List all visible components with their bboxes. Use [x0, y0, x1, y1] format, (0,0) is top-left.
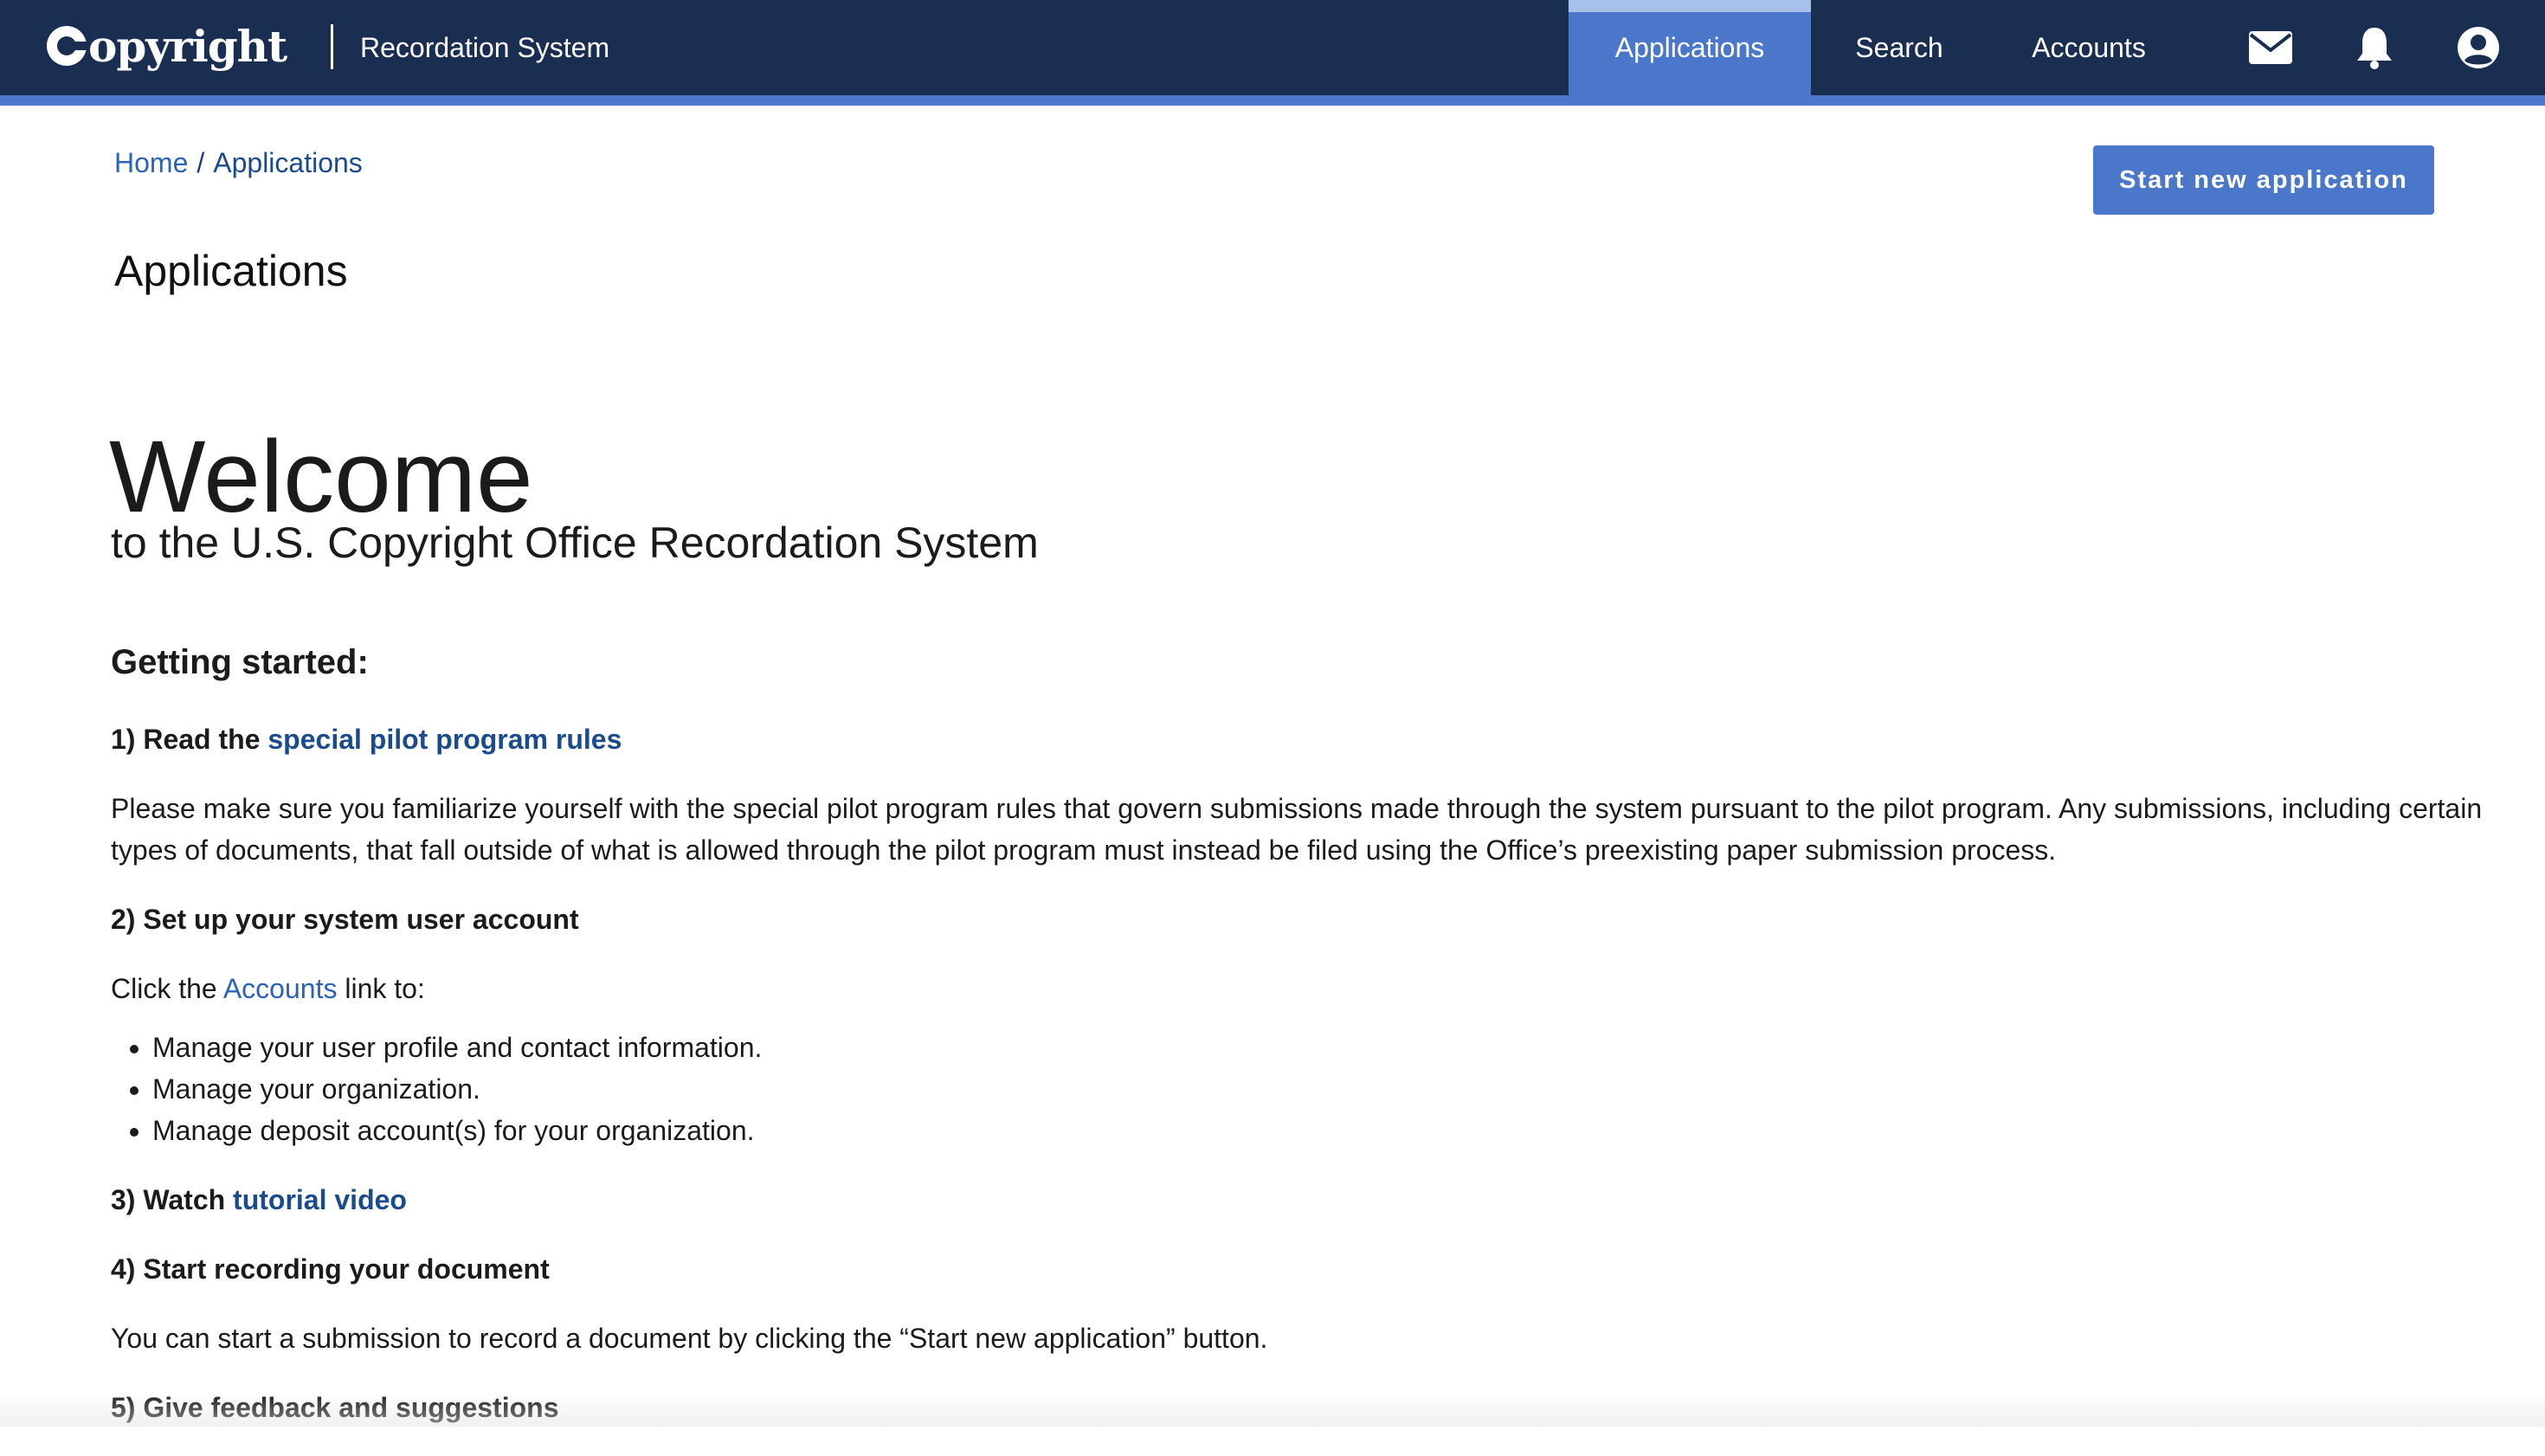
user-circle-icon[interactable] [2452, 21, 2505, 74]
nav-accounts-label: Accounts [2032, 32, 2146, 64]
page-title: Applications [114, 246, 348, 296]
getting-started-section: Getting started: 1) Read the special pil… [111, 632, 2517, 1456]
header-accent-stripe [0, 95, 2545, 106]
nav-applications[interactable]: Applications [1569, 0, 1811, 95]
copyright-c-logo-icon [47, 26, 87, 66]
list-item: Manage your user profile and contact inf… [152, 1027, 2517, 1068]
logo-divider [331, 24, 333, 69]
breadcrumb-home-link[interactable]: Home [114, 147, 188, 179]
step-1-prefix: 1) Read the [111, 724, 260, 755]
breadcrumb-separator: / [197, 147, 204, 179]
breadcrumb: Home / Applications [114, 147, 363, 179]
tutorial-video-link[interactable]: tutorial video [233, 1184, 407, 1215]
welcome-subtitle: to the U.S. Copyright Office Recordation… [111, 518, 1039, 568]
accounts-link[interactable]: Accounts [223, 973, 338, 1004]
step-3-prefix: 3) Watch [111, 1184, 225, 1215]
welcome-title: Welcome [109, 426, 533, 528]
breadcrumb-current-link[interactable]: Applications [213, 147, 363, 179]
top-navigation-bar: opyright Recordation System Applications… [0, 0, 2545, 95]
pilot-program-rules-link[interactable]: special pilot program rules [267, 724, 622, 755]
step-4: 4) Start recording your document [111, 1248, 2517, 1290]
step-2-suffix: link to: [345, 973, 424, 1004]
nav-search-label: Search [1855, 32, 1943, 64]
step-4-description: You can start a submission to record a d… [111, 1317, 2517, 1359]
bell-icon[interactable] [2348, 21, 2401, 74]
step-5: 5) Give feedback and suggestions [111, 1387, 2517, 1428]
step-2-description: Click the Accounts link to: [111, 968, 2517, 1009]
app-name: Recordation System [360, 26, 609, 69]
account-tasks-list: Manage your user profile and contact inf… [111, 1027, 2517, 1151]
list-item: Manage your organization. [152, 1068, 2517, 1110]
start-new-application-button[interactable]: Start new application [2093, 145, 2434, 215]
step-2-prefix: Click the [111, 973, 217, 1004]
logo-wordmark: opyright [88, 21, 287, 72]
step-1: 1) Read the special pilot program rules [111, 718, 2517, 760]
step-1-description: Please make sure you familiarize yoursel… [111, 788, 2517, 871]
list-item: Manage deposit account(s) for your organ… [152, 1110, 2517, 1151]
nav-accounts[interactable]: Accounts [2000, 0, 2178, 95]
step-3: 3) Watch tutorial video [111, 1179, 2517, 1221]
step-2: 2) Set up your system user account [111, 899, 2517, 940]
nav-search[interactable]: Search [1835, 0, 1963, 95]
nav-applications-label: Applications [1615, 32, 1765, 64]
envelope-icon[interactable] [2244, 21, 2297, 74]
copyright-logo[interactable]: opyright [47, 19, 287, 73]
getting-started-heading: Getting started: [111, 632, 2517, 693]
